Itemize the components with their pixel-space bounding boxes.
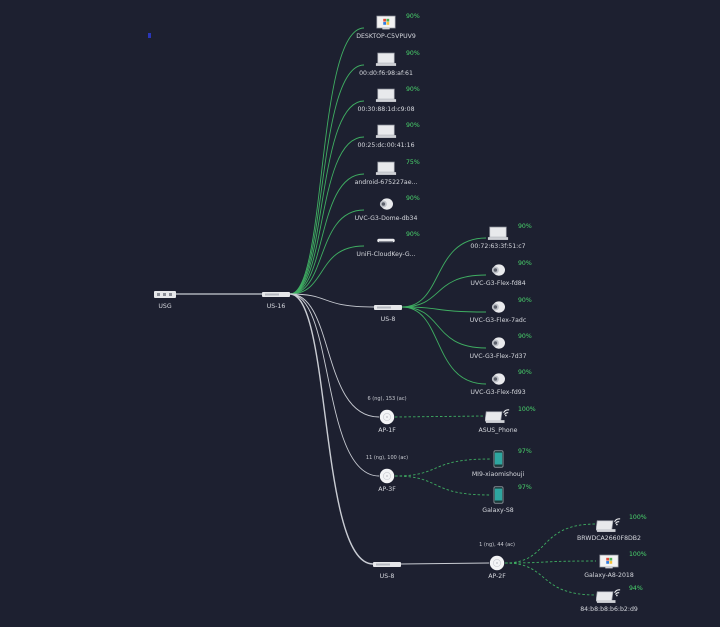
switch-b-label: US-8 [379, 573, 395, 580]
switch-a-client-0-node[interactable] [487, 226, 509, 241]
link-core-client-5 [289, 209, 365, 295]
link-core-client-0 [289, 27, 365, 295]
ap-3f-client-0-signal: 97% [518, 448, 532, 455]
switch-a-client-0-label: 00:72:63:3f:51:c7 [470, 243, 526, 250]
switch-a-client-4-label: UVC-G3-Flex-fd93 [470, 389, 526, 396]
ap-1f-client-0-signal: 100% [518, 406, 536, 413]
ap-2f-client-2-label: 84:b8:b8:b6:b2:d9 [580, 606, 638, 613]
switch-a-client-1-label: UVC-G3-Flex-fd84 [470, 280, 526, 287]
link-core-client-4 [289, 173, 365, 295]
client-1-label: 00:d0:f6:98:af:61 [359, 70, 413, 77]
client-android-675227ae-node[interactable] [375, 161, 397, 176]
ap-3f-client-1-node[interactable] [493, 485, 504, 505]
switch-a-client-1-signal: 90% [518, 260, 532, 267]
ap-2f-client-1-node[interactable] [598, 554, 620, 569]
ap-2f-client-1-signal: 100% [629, 551, 647, 558]
client-unifi-cloudkey-g-node[interactable] [375, 237, 397, 244]
ap-2f-client-2-node[interactable] [596, 587, 622, 604]
client-0-label: DESKTOP-C5VPUV9 [356, 33, 416, 40]
ap-2f-client-0-signal: 100% [629, 514, 647, 521]
ap-3f-client-0-node[interactable] [493, 449, 504, 469]
client-6-label: UniFi-CloudKey-G... [356, 251, 416, 258]
ap-3f-channels: 11 (ng), 100 (ac) [365, 455, 409, 461]
ap-2f-channels: 1 (ng), 44 (ac) [479, 542, 515, 548]
ap-1f-node[interactable] [379, 409, 395, 425]
link-core-ap-3f [289, 293, 380, 477]
client-4-signal: 75% [406, 159, 420, 166]
link-core-client-3 [289, 136, 365, 295]
ap-1f-client-0-node[interactable] [485, 407, 511, 424]
client-desktop-c5vpuv9-node[interactable] [375, 15, 397, 30]
link-core-ap-1f [289, 293, 380, 418]
link-ap-2f-client-2 [504, 562, 597, 596]
switch-a-label: US-8 [380, 316, 396, 323]
client-5-label: UVC-G3-Dome-db34 [354, 215, 418, 222]
ap-3f-client-1-signal: 97% [518, 484, 532, 491]
link-ap-2f-client-0 [504, 523, 597, 564]
ap-2f-client-1-label: Galaxy-A8-2018 [584, 572, 634, 579]
link-switch-a-client-3 [401, 306, 487, 349]
ap-2f-node[interactable] [489, 555, 505, 571]
ap-2f-client-2-signal: 94% [629, 585, 643, 592]
ap-1f-label: AP-1F [378, 427, 396, 434]
switch-a-client-4-signal: 90% [518, 369, 532, 376]
topology-links [175, 27, 597, 596]
client-6-signal: 90% [406, 231, 420, 238]
switch-a-client-1-node[interactable] [489, 263, 507, 277]
client-4-label: android-675227ae... [354, 179, 418, 186]
switch-a-client-3-label: UVC-G3-Flex-7d37 [469, 353, 527, 360]
client-3-label: 00:25:dc:00:41:16 [357, 142, 415, 149]
gateway-label: USG [158, 303, 172, 310]
gateway-node[interactable] [153, 289, 177, 299]
switch-a-client-0-signal: 90% [518, 223, 532, 230]
client-00-25-dc-00-41-16-node[interactable] [375, 124, 397, 139]
client-2-signal: 90% [406, 86, 420, 93]
client-00-d0-f6-98-af-61-node[interactable] [375, 52, 397, 67]
client-1-signal: 90% [406, 50, 420, 57]
ap-3f-node[interactable] [379, 468, 395, 484]
link-core-client-1 [289, 64, 365, 295]
switch-a-client-4-node[interactable] [489, 372, 507, 386]
ap-1f-channels: 6 (ng), 153 (ac) [367, 396, 407, 402]
switch-a-client-3-node[interactable] [489, 336, 507, 350]
ap-3f-client-0-label: MI9-xiaomishouji [471, 471, 525, 478]
switch-a-node[interactable] [373, 303, 403, 311]
core-switch-label: US-16 [266, 303, 286, 310]
mouse-cursor [148, 33, 151, 38]
switch-a-client-3-signal: 90% [518, 333, 532, 340]
switch-a-client-2-node[interactable] [489, 300, 507, 314]
client-0-signal: 90% [406, 13, 420, 20]
ap-1f-client-0-label: ASUS_Phone [478, 427, 518, 434]
ap-2f-client-0-label: BRWDCA2660F8DB2 [577, 535, 641, 542]
ap-2f-label: AP-2F [488, 573, 506, 580]
switch-b-node[interactable] [372, 560, 402, 568]
topology-canvas[interactable]: USG US-16 DESKTOP-C5VPUV9 90% 00:d0:f6:98:af… [0, 0, 720, 627]
link-switch-b-ap-2f [400, 562, 490, 565]
ap-2f-client-0-node[interactable] [596, 516, 622, 533]
client-00-30-88-1d-c9-08-node[interactable] [375, 88, 397, 103]
client-3-signal: 90% [406, 122, 420, 129]
core-switch-node[interactable] [261, 290, 291, 298]
switch-a-client-2-label: UVC-G3-Flex-7adc [469, 317, 527, 324]
link-ap-3f-client-1 [394, 475, 491, 496]
link-core-switch-b [289, 293, 374, 565]
switch-a-client-2-signal: 90% [518, 297, 532, 304]
client-uvc-g3-dome-db34-node[interactable] [377, 197, 395, 211]
ap-3f-label: AP-3F [378, 486, 396, 493]
link-ap-1f-client-0 [394, 415, 486, 418]
ap-3f-client-1-label: Galaxy-S8 [482, 507, 514, 514]
client-5-signal: 90% [406, 195, 420, 202]
client-2-label: 00:30:88:1d:c9:08 [357, 106, 415, 113]
